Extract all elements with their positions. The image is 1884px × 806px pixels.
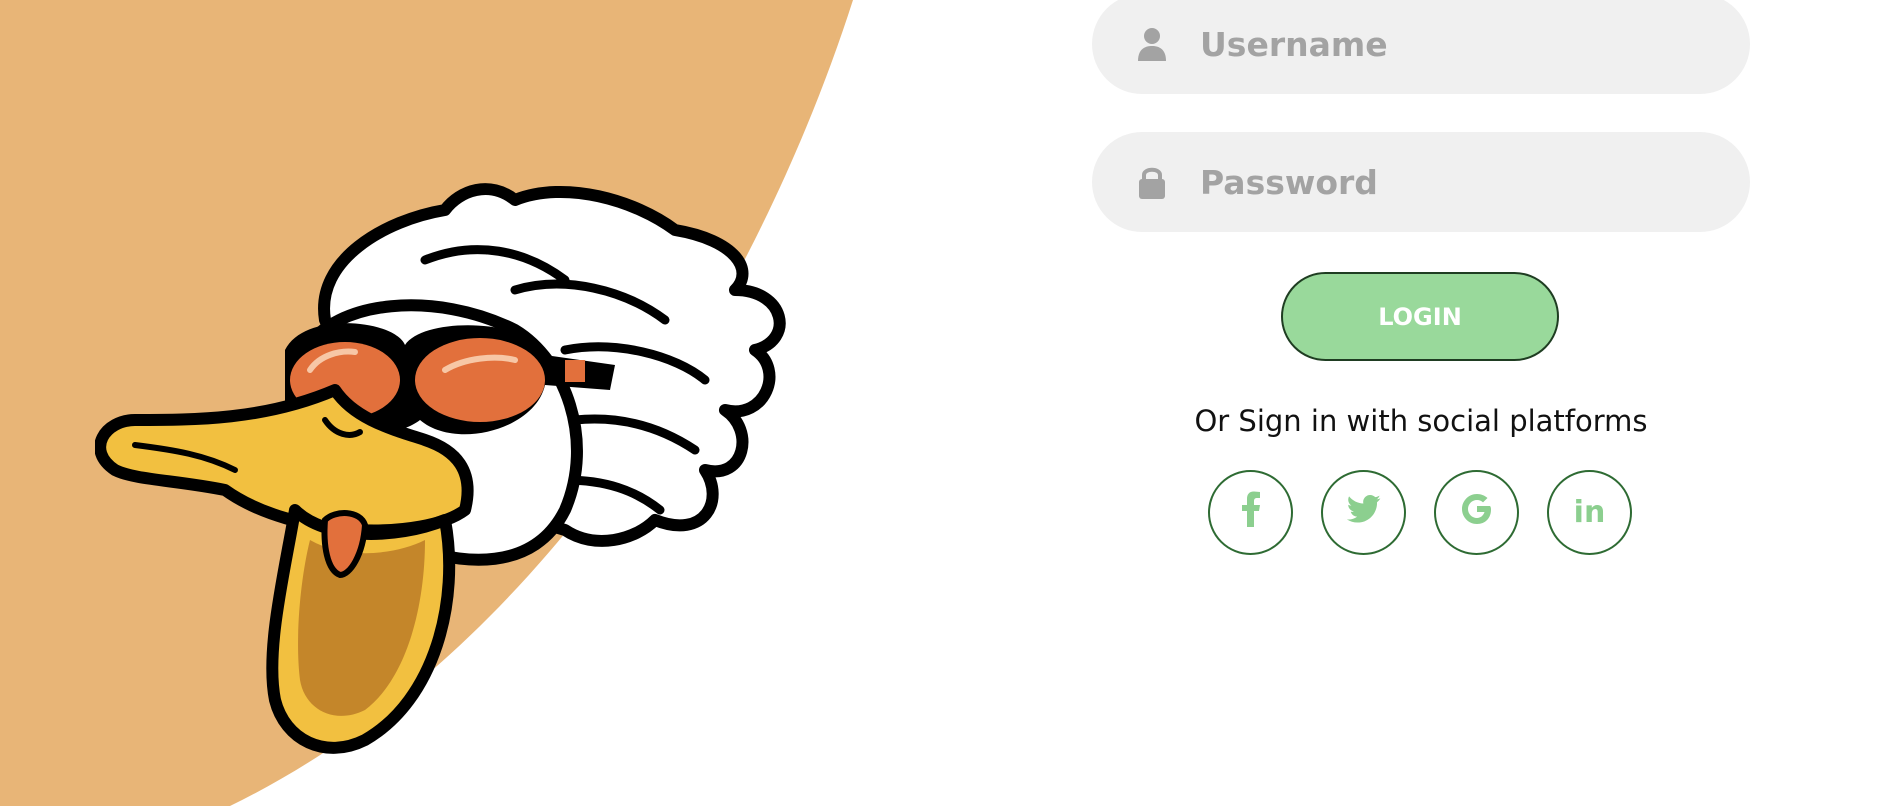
google-icon xyxy=(1460,492,1494,534)
login-page: LOGIN Or Sign in with social platforms xyxy=(0,0,1884,806)
twitter-icon xyxy=(1346,494,1381,531)
google-button[interactable] xyxy=(1434,470,1519,555)
username-field[interactable] xyxy=(1092,0,1750,94)
password-field[interactable] xyxy=(1092,132,1750,232)
linkedin-button[interactable]: in xyxy=(1547,470,1632,555)
facebook-icon xyxy=(1241,491,1261,535)
linkedin-icon: in xyxy=(1573,495,1606,530)
duck-mascot-illustration xyxy=(95,183,786,754)
twitter-button[interactable] xyxy=(1321,470,1406,555)
user-icon xyxy=(1134,26,1170,62)
social-buttons: in xyxy=(1208,470,1632,555)
login-button[interactable]: LOGIN xyxy=(1281,272,1559,361)
username-input[interactable] xyxy=(1200,24,1700,64)
facebook-button[interactable] xyxy=(1208,470,1293,555)
password-input[interactable] xyxy=(1200,162,1700,202)
lock-icon xyxy=(1134,164,1170,200)
social-signin-prompt: Or Sign in with social platforms xyxy=(1194,404,1648,438)
